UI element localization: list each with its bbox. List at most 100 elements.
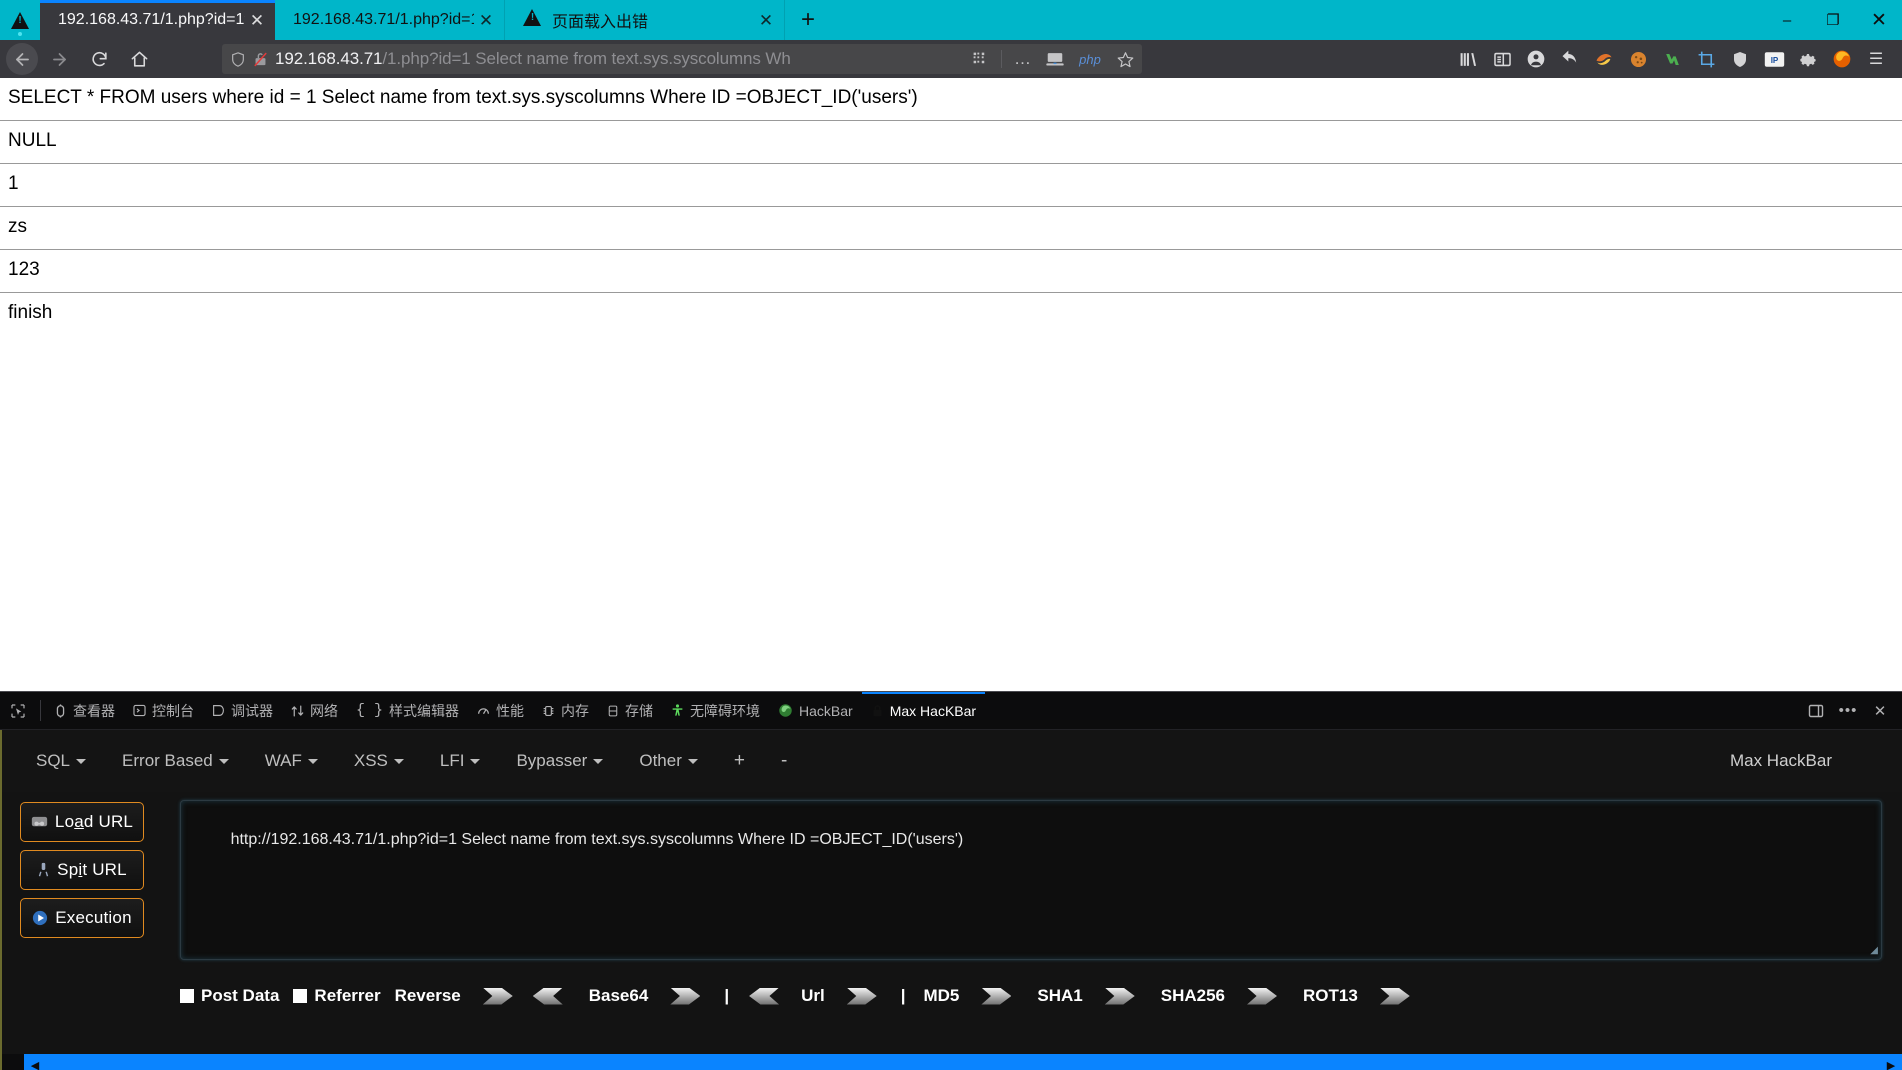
execution-button[interactable]: Execution	[20, 898, 144, 938]
shield-ext-icon[interactable]	[1724, 44, 1756, 74]
horizontal-scrollbar[interactable]: ◀ ▶	[2, 1054, 1902, 1070]
hackbar-menu-xss[interactable]: XSS	[354, 751, 404, 771]
browser-tab-3[interactable]: 页面载入出错 ✕	[505, 0, 785, 40]
hackbar-remove-tab-button[interactable]: -	[781, 750, 787, 772]
reverse-encode-arrow-icon[interactable]	[483, 988, 513, 1005]
window-app-icon	[0, 0, 40, 40]
devtools-tab-inspector[interactable]: 查看器	[45, 692, 124, 729]
tab-indicator-dot	[18, 32, 22, 36]
element-picker-icon[interactable]	[0, 692, 36, 729]
textarea-resize-handle[interactable]: ◢	[1870, 945, 1878, 956]
lock-icon	[871, 703, 884, 718]
devtools-tab-debugger[interactable]: 调试器	[203, 692, 282, 729]
hackbar-menu-waf[interactable]: WAF	[265, 751, 318, 771]
base64-encode-arrow-icon[interactable]	[670, 988, 700, 1005]
sidebar-icon[interactable]	[1486, 44, 1518, 74]
rot13-arrow-icon[interactable]	[1380, 988, 1410, 1005]
hackbar-add-tab-button[interactable]: +	[734, 750, 745, 772]
page-line-id: 1	[0, 164, 1902, 207]
devtools-tab-max-hackbar[interactable]: Max HacKBar	[861, 692, 986, 729]
browser-tab-2[interactable]: 192.168.43.71/1.php?id=1 ✕	[275, 0, 505, 40]
page-actions-ellipsis-icon[interactable]: …	[1010, 46, 1036, 72]
forward-button[interactable]	[40, 43, 78, 75]
app-menu-button[interactable]: ☰	[1860, 44, 1892, 74]
devtools-tab-style-editor[interactable]: { } 样式编辑器	[347, 692, 468, 729]
load-url-button[interactable]: Load URL	[20, 802, 144, 842]
reload-button[interactable]	[80, 43, 118, 75]
library-icon[interactable]	[1452, 44, 1484, 74]
base64-decode-arrow-icon[interactable]	[749, 988, 779, 1005]
undo-icon[interactable]	[1554, 44, 1586, 74]
reader-mode-icon[interactable]	[1042, 46, 1068, 72]
devtools-tab-accessibility[interactable]: 无障碍环境	[662, 692, 769, 729]
hackbar-url-textarea[interactable]: http://192.168.43.71/1.php?id=1 Select n…	[180, 800, 1882, 960]
broken-lock-icon[interactable]	[252, 51, 269, 68]
devtools-panel: 查看器 控制台 调试器 网络 { } 样式编辑器 性能 内存 存储 无障碍环境 …	[0, 691, 1902, 1070]
hackbar-menu-bypasser[interactable]: Bypasser	[516, 751, 604, 771]
browser-tab-1[interactable]: 192.168.43.71/1.php?id=1%2 ✕	[40, 0, 275, 40]
firefox-logo-icon[interactable]	[1826, 44, 1858, 74]
devtools-tab-hackbar[interactable]: HackBar	[769, 692, 862, 729]
scroll-left-arrow-icon[interactable]: ◀	[24, 1059, 46, 1070]
bookmark-star-icon[interactable]	[1112, 46, 1138, 72]
sha256-hash-arrow-icon[interactable]	[1247, 988, 1277, 1005]
console-icon	[133, 704, 146, 717]
referrer-checkbox[interactable]	[293, 989, 308, 1003]
browser-tab-3-close-icon[interactable]: ✕	[754, 8, 778, 32]
home-button[interactable]	[120, 43, 158, 75]
foxyproxy-icon[interactable]	[1588, 44, 1620, 74]
scroll-right-arrow-icon[interactable]: ▶	[1880, 1059, 1902, 1070]
devtools-tab-storage[interactable]: 存储	[598, 692, 662, 729]
url-encode-arrow-icon[interactable]	[847, 988, 877, 1005]
devtools-tab-network[interactable]: 网络	[282, 692, 347, 729]
crop-icon[interactable]	[1690, 44, 1722, 74]
hackbar-menu-other[interactable]: Other	[639, 751, 698, 771]
devtools-tab-console[interactable]: 控制台	[124, 692, 203, 729]
chevron-down-icon	[470, 758, 481, 764]
url-text[interactable]: 192.168.43.71/1.php?id=1 Select name fro…	[275, 49, 961, 69]
devtools-tab-debugger-label: 调试器	[231, 702, 273, 719]
back-button[interactable]	[6, 43, 38, 75]
page-line-null: NULL	[0, 121, 1902, 164]
navigation-toolbar: 192.168.43.71/1.php?id=1 Select name fro…	[0, 40, 1902, 78]
devtools-dock-icon[interactable]	[1802, 697, 1830, 725]
window-close-button[interactable]: ✕	[1856, 0, 1902, 40]
php-extension-icon[interactable]: php	[1074, 46, 1106, 72]
browser-tab-2-close-icon[interactable]: ✕	[474, 8, 498, 32]
devtools-toolbar-right: ••• ✕	[1802, 692, 1902, 729]
browser-tab-1-close-icon[interactable]: ✕	[245, 8, 269, 32]
hackbar-menu-error-based[interactable]: Error Based	[122, 751, 229, 771]
tracking-protection-shield-icon[interactable]	[230, 51, 246, 68]
hackbar-menu-sql[interactable]: SQL	[36, 751, 87, 771]
extension-toolbar: IP ☰	[1452, 44, 1896, 74]
sha1-hash-arrow-icon[interactable]	[1105, 988, 1135, 1005]
page-content: SELECT * FROM users where id = 1 Select …	[0, 78, 1902, 691]
separator-pipe-1: |	[724, 986, 730, 1005]
split-url-button[interactable]: Spit URL	[20, 850, 144, 890]
account-icon[interactable]	[1520, 44, 1552, 74]
wappalyzer-icon[interactable]	[1656, 44, 1688, 74]
qr-code-icon[interactable]	[967, 46, 993, 72]
window-minimize-button[interactable]: –	[1764, 0, 1810, 40]
settings-gear-icon[interactable]	[1792, 44, 1824, 74]
rot13-label: ROT13	[1303, 986, 1358, 1005]
devtools-tab-performance[interactable]: 性能	[468, 692, 533, 729]
hackbar-menu-lfi[interactable]: LFI	[440, 751, 481, 771]
devtools-tab-network-label: 网络	[310, 702, 338, 719]
new-tab-button[interactable]: +	[785, 0, 831, 40]
devtools-tab-memory-label: 内存	[561, 702, 590, 719]
reverse-decode-arrow-icon[interactable]	[533, 988, 563, 1005]
devtools-close-icon[interactable]: ✕	[1866, 697, 1894, 725]
devtools-meatball-menu-icon[interactable]: •••	[1834, 697, 1862, 725]
post-data-option[interactable]: Post Data	[180, 986, 279, 1006]
referrer-option[interactable]: Referrer	[293, 986, 381, 1006]
md5-hash-arrow-icon[interactable]	[981, 988, 1011, 1005]
url-bar[interactable]: 192.168.43.71/1.php?id=1 Select name fro…	[222, 44, 1142, 74]
browser-tab-2-label: 192.168.43.71/1.php?id=1	[293, 11, 474, 28]
cookie-icon[interactable]	[1622, 44, 1654, 74]
devtools-tab-memory[interactable]: 内存	[533, 692, 598, 729]
window-restore-button[interactable]: ❐	[1810, 0, 1856, 40]
post-data-checkbox[interactable]	[180, 989, 194, 1003]
hackbar-firefox-icon	[778, 703, 793, 718]
proxy-ip-icon[interactable]: IP	[1758, 44, 1790, 74]
